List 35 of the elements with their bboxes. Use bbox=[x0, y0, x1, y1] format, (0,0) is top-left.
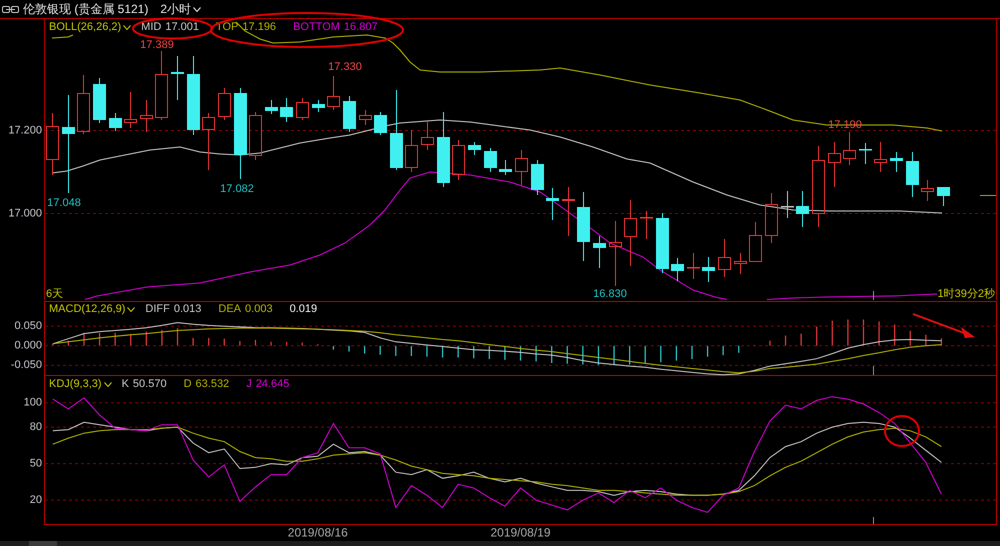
axis-label: 17.200 bbox=[8, 124, 42, 136]
price-label: 17.389 bbox=[140, 39, 174, 51]
legend-label: D bbox=[184, 378, 192, 391]
legend-value: 0.013 bbox=[174, 303, 202, 316]
date-label: 2019/08/19 bbox=[490, 526, 551, 540]
legend-value: 17.001 bbox=[165, 21, 199, 34]
legend-value: 63.532 bbox=[196, 378, 230, 391]
legend-label: K bbox=[122, 378, 129, 391]
axis-label: 100 bbox=[24, 396, 42, 409]
axis-label: 17.000 bbox=[8, 207, 42, 220]
legend-value: 0.019 bbox=[290, 303, 318, 316]
price-label: 17.330 bbox=[328, 61, 362, 73]
axis-label: 20 bbox=[30, 494, 42, 506]
countdown-label: 1时39分2秒 bbox=[938, 288, 995, 300]
axis-label: 50 bbox=[30, 458, 42, 470]
axis-label: 0.000 bbox=[14, 340, 42, 352]
range-label: 6天 bbox=[46, 288, 64, 300]
legend-value: 16.807 bbox=[344, 21, 378, 34]
price-label: 16.830 bbox=[593, 288, 627, 300]
legend-label: BOTTOM bbox=[293, 21, 340, 34]
axis-label: 0.050 bbox=[14, 320, 42, 332]
date-label: 2019/08/16 bbox=[288, 526, 348, 540]
legend-value: 0.003 bbox=[245, 303, 273, 316]
price-label: 17.048 bbox=[47, 197, 81, 209]
legend-value: 50.570 bbox=[132, 378, 167, 391]
axis-label: 80 bbox=[30, 421, 42, 434]
legend-value: 24.645 bbox=[256, 378, 290, 391]
legend-label: DIFF bbox=[145, 303, 170, 316]
axis-label: -0.050 bbox=[10, 359, 42, 372]
price-label: 17.082 bbox=[220, 183, 254, 195]
legend-value: 17.196 bbox=[242, 21, 276, 34]
legend-label: DEA bbox=[218, 303, 242, 316]
legend-label: J bbox=[246, 378, 252, 391]
legend-label: MID bbox=[141, 21, 162, 34]
instrument-title: 伦敦银现 (贵金属 5121) bbox=[23, 2, 148, 16]
